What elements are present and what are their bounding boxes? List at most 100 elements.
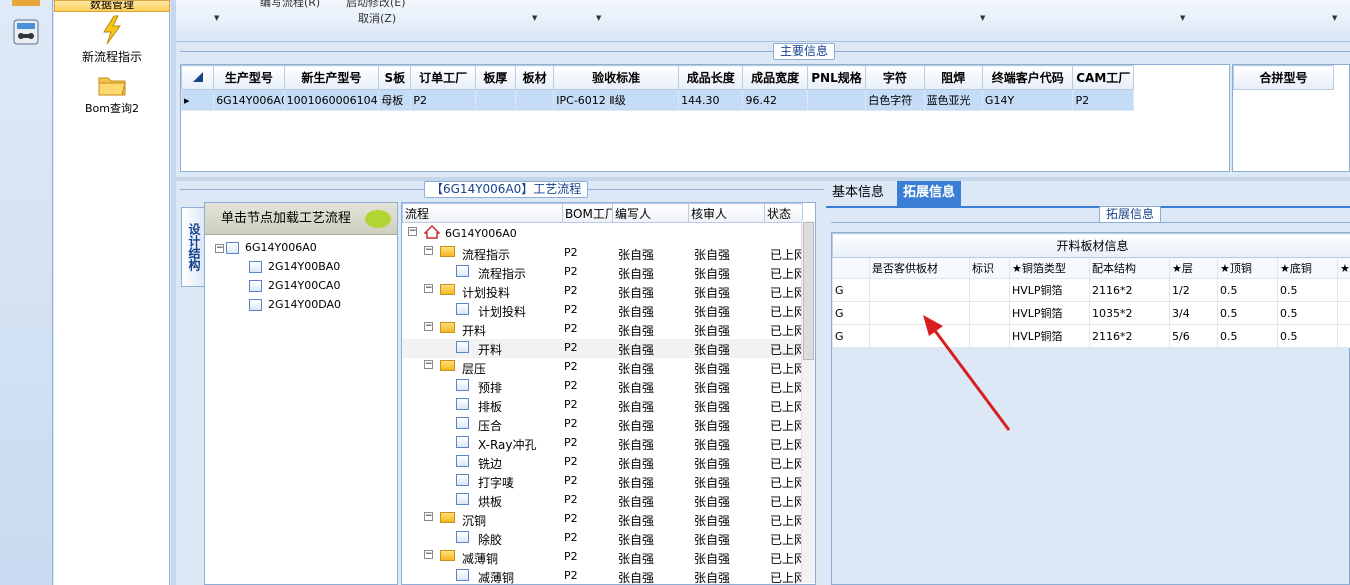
- nav-header-data-management[interactable]: 数据管理: [54, 0, 170, 12]
- col-header[interactable]: 新生产型号: [283, 65, 380, 90]
- col-header[interactable]: 是否客供板材: [869, 257, 970, 279]
- collapse-icon[interactable]: −: [215, 243, 224, 253]
- tree-node[interactable]: 2G14Y00CA0: [249, 279, 340, 292]
- table-cell[interactable]: 0.5: [1277, 324, 1338, 348]
- chevron-down-icon[interactable]: ▼: [214, 14, 219, 22]
- row-selector-header[interactable]: [180, 65, 215, 90]
- table-cell[interactable]: 母板: [378, 89, 412, 111]
- col-header[interactable]: 生产型号: [213, 65, 285, 90]
- cancel-button[interactable]: 取消(Z): [358, 10, 396, 26]
- table-cell[interactable]: [806, 89, 867, 111]
- nav-splitter[interactable]: [171, 0, 176, 585]
- flow-step-row[interactable]: 减薄铜 P2 张自强 张自强 已上网: [402, 567, 802, 584]
- col-header[interactable]: ★: [1336, 257, 1350, 279]
- col-header[interactable]: ★底铜: [1277, 257, 1338, 279]
- table-cell[interactable]: 0.5: [1217, 301, 1278, 325]
- table-row[interactable]: G HVLP铜箔 2116*2 5/6 0.5 0.5: [832, 324, 1350, 348]
- tree-node[interactable]: 2G14Y00DA0: [249, 298, 341, 311]
- table-cell[interactable]: [1336, 278, 1350, 302]
- flow-group-row[interactable]: − 流程指示 P2 张自强 张自强 已上网: [402, 244, 802, 263]
- flow-step-row[interactable]: 排板 P2 张自强 张自强 已上网: [402, 396, 802, 415]
- col-header[interactable]: 板材: [515, 65, 555, 90]
- col-header[interactable]: 终端客户代码: [981, 65, 1074, 90]
- flow-step-row[interactable]: 流程指示 P2 张自强 张自强 已上网: [402, 263, 802, 282]
- col-header[interactable]: 状态: [764, 203, 803, 223]
- table-cell[interactable]: HVLP铜箔: [1009, 301, 1090, 325]
- flow-step-row[interactable]: 铣边 P2 张自强 张自强 已上网: [402, 453, 802, 472]
- table-cell[interactable]: 1/2: [1169, 278, 1218, 302]
- chevron-down-icon[interactable]: ▼: [532, 14, 537, 22]
- tab-basic-info[interactable]: 基本信息: [826, 181, 890, 206]
- col-header[interactable]: 验收标准: [553, 65, 680, 90]
- table-cell[interactable]: 10010600061047: [283, 89, 380, 111]
- flow-group-row[interactable]: − 层压 P2 张自强 张自强 已上网: [402, 358, 802, 377]
- table-cell[interactable]: G: [832, 278, 870, 302]
- tree-node[interactable]: 2G14Y00BA0: [249, 260, 340, 273]
- flow-group-row[interactable]: − 减薄铜 P2 张自强 张自强 已上网: [402, 548, 802, 567]
- col-header[interactable]: 字符: [865, 65, 925, 90]
- col-header[interactable]: ★层: [1169, 257, 1218, 279]
- table-cell[interactable]: 96.42: [742, 89, 808, 111]
- table-cell[interactable]: [1336, 301, 1350, 325]
- col-header[interactable]: S板: [378, 65, 412, 90]
- vertical-scrollbar[interactable]: [801, 221, 815, 583]
- flow-step-row[interactable]: 预排 P2 张自强 张自强 已上网: [402, 377, 802, 396]
- col-header[interactable]: 订单工厂: [410, 65, 476, 90]
- collapse-icon[interactable]: −: [424, 550, 433, 559]
- col-header[interactable]: 流程: [402, 203, 563, 223]
- col-header[interactable]: ★铜箔类型: [1009, 257, 1090, 279]
- table-cell[interactable]: 1035*2: [1089, 301, 1170, 325]
- col-header[interactable]: 成品长度: [678, 65, 744, 90]
- collapse-icon[interactable]: −: [424, 322, 433, 331]
- table-cell[interactable]: [969, 278, 1010, 302]
- table-cell[interactable]: P2: [1072, 89, 1134, 111]
- flow-group-row[interactable]: − 开料 P2 张自强 张自强 已上网: [402, 320, 802, 339]
- table-cell[interactable]: [474, 89, 517, 111]
- table-cell[interactable]: [869, 278, 970, 302]
- flow-root-row[interactable]: − 6G14Y006A0: [402, 224, 802, 244]
- tab-extended-info[interactable]: 拓展信息: [897, 181, 962, 206]
- chevron-down-icon[interactable]: ▼: [1332, 14, 1337, 22]
- col-header[interactable]: ★顶铜: [1217, 257, 1278, 279]
- table-cell[interactable]: 6G14Y006A0: [213, 89, 285, 111]
- collapse-icon[interactable]: −: [424, 360, 433, 369]
- table-row[interactable]: ▸ 6G14Y006A0 10010600061047 母板 P2 IPC-60…: [180, 89, 1134, 111]
- scrollbar-thumb[interactable]: [803, 222, 814, 360]
- col-header[interactable]: CAM工厂: [1072, 65, 1134, 90]
- table-cell[interactable]: 0.5: [1217, 324, 1278, 348]
- table-cell[interactable]: 2116*2: [1089, 278, 1170, 302]
- col-header[interactable]: 板厚: [474, 65, 517, 90]
- table-cell[interactable]: IPC-6012 Ⅱ级: [553, 89, 680, 111]
- col-header[interactable]: [832, 257, 870, 279]
- col-header[interactable]: 阻焊: [923, 65, 983, 90]
- collapse-icon[interactable]: −: [424, 512, 433, 521]
- collapse-icon[interactable]: −: [424, 246, 433, 255]
- table-row[interactable]: G HVLP铜箔 1035*2 3/4 0.5 0.5: [832, 301, 1350, 325]
- nav-item-bom-query[interactable]: Bom查询2: [54, 73, 170, 116]
- chevron-down-icon[interactable]: ▼: [1180, 14, 1185, 22]
- table-cell[interactable]: 5/6: [1169, 324, 1218, 348]
- table-cell[interactable]: G: [832, 301, 870, 325]
- flow-step-row[interactable]: 压合 P2 张自强 张自强 已上网: [402, 415, 802, 434]
- table-cell[interactable]: 3/4: [1169, 301, 1218, 325]
- table-cell[interactable]: 2116*2: [1089, 324, 1170, 348]
- chevron-down-icon[interactable]: ▼: [980, 14, 985, 22]
- chevron-down-icon[interactable]: ▼: [596, 14, 601, 22]
- table-cell[interactable]: [1336, 324, 1350, 348]
- table-cell[interactable]: 0.5: [1277, 301, 1338, 325]
- col-header[interactable]: BOM工厂: [562, 203, 613, 223]
- start-modify-button[interactable]: 启动修改(E): [346, 0, 406, 10]
- flow-step-row[interactable]: X-Ray冲孔 P2 张自强 张自强 已上网: [402, 434, 802, 453]
- table-cell[interactable]: 0.5: [1217, 278, 1278, 302]
- flow-group-row[interactable]: − 沉铜 P2 张自强 张自强 已上网: [402, 510, 802, 529]
- col-header[interactable]: PNL规格: [806, 65, 867, 90]
- table-cell[interactable]: 白色字符: [865, 89, 925, 111]
- col-header[interactable]: 成品宽度: [742, 65, 808, 90]
- edit-flow-button[interactable]: 编写流程(R): [260, 0, 320, 10]
- speech-bubble-icon[interactable]: [365, 210, 391, 228]
- collapse-icon[interactable]: −: [408, 227, 417, 236]
- flow-step-row[interactable]: 打字唛 P2 张自强 张自强 已上网: [402, 472, 802, 491]
- flow-step-row[interactable]: 除胶 P2 张自强 张自强 已上网: [402, 529, 802, 548]
- flow-step-row[interactable]: 计划投料 P2 张自强 张自强 已上网: [402, 301, 802, 320]
- grid-icon[interactable]: [12, 0, 40, 6]
